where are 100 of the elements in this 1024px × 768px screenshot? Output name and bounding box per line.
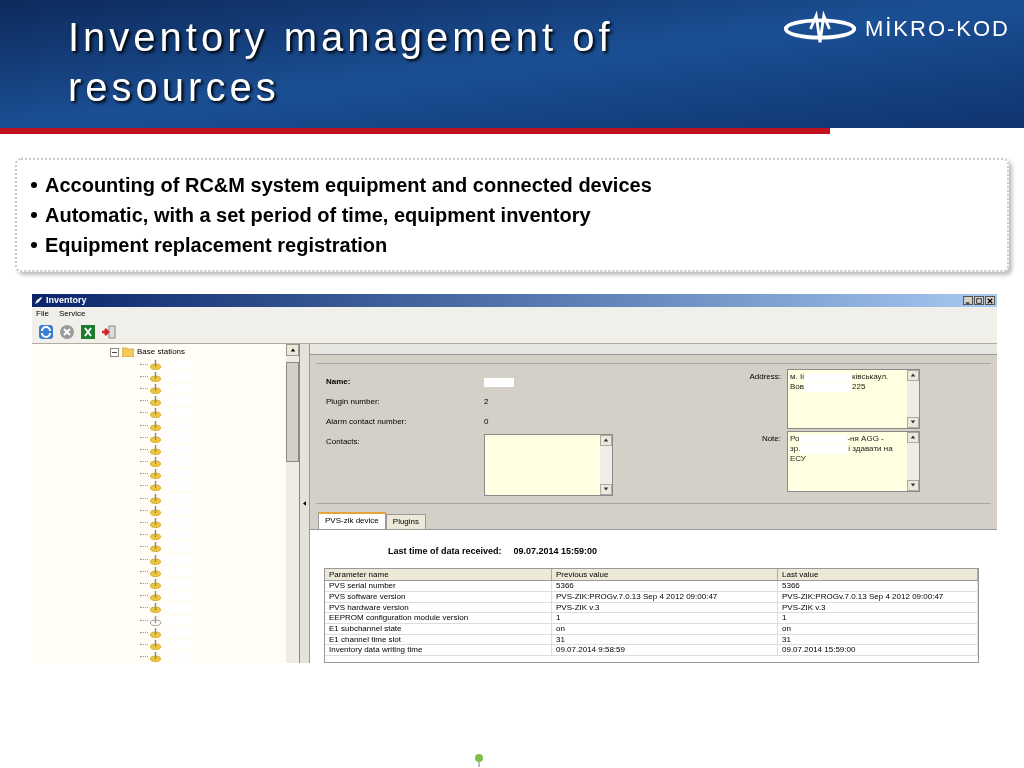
refresh-icon[interactable] [38, 324, 54, 340]
antenna-icon [150, 651, 161, 663]
antenna-icon [150, 529, 161, 541]
antenna-icon [150, 492, 161, 504]
field-text: зр. [790, 444, 801, 455]
table-cell: 09.07.2014 15:59:00 [778, 645, 978, 655]
table-cell: PVS-ZIK v.3 [552, 602, 778, 613]
field-label: Plugin number: [326, 396, 381, 409]
column-header[interactable]: Parameter name [325, 569, 552, 581]
antenna-icon [150, 468, 161, 480]
menu-item[interactable]: Service [58, 308, 86, 320]
address-field[interactable]: м. Іі ківськаул. Вов 225 [787, 369, 920, 430]
antenna-icon [150, 504, 161, 516]
slide-title: Inventory management of resources [68, 14, 615, 111]
field-text: ківськаул. [851, 372, 889, 383]
arrow-icon [303, 501, 306, 506]
redaction-mark [484, 377, 514, 387]
antenna-icon [150, 358, 161, 370]
close-icon [987, 297, 993, 304]
table-cell: 1 [552, 613, 778, 623]
field-text: м. Іі [790, 372, 804, 383]
scrollbar[interactable] [907, 370, 919, 429]
table-cell: 1 [778, 613, 978, 623]
table-cell: 09.07.2014 9:58:59 [552, 645, 778, 655]
window-title: Inventory [46, 294, 87, 307]
table-cell: 31 [552, 634, 778, 645]
contacts-field[interactable] [484, 434, 613, 497]
pen-icon [34, 296, 43, 305]
antenna-icon [150, 382, 161, 394]
antenna-icon [150, 553, 161, 565]
antenna-icon [150, 614, 161, 626]
field-label: Contacts: [326, 436, 361, 449]
antenna-icon [150, 517, 161, 529]
antenna-icon [150, 419, 161, 431]
antenna-icon [150, 480, 161, 492]
tab[interactable]: PVS-zik device [318, 512, 386, 530]
table-cell: EEPROM configuration module version [325, 613, 552, 623]
note-field[interactable]: Ро -ня AGG - зр. і здавати на ЕСУ [787, 431, 920, 493]
scrollbar[interactable] [907, 432, 919, 492]
field-value: 2 [484, 396, 489, 409]
scroll-down-icon[interactable] [907, 417, 919, 429]
antenna-icon [150, 541, 161, 553]
field-text: і здавати на [848, 444, 893, 455]
field-label: Alarm contact number: [326, 416, 408, 429]
column-header[interactable]: Last value [778, 569, 978, 581]
minimize-button[interactable] [963, 296, 973, 305]
table-cell: 31 [778, 634, 978, 645]
table-cell: on [552, 623, 778, 634]
antenna-icon [150, 590, 161, 602]
table-cell: E1 subchannel state [325, 623, 552, 634]
scroll-up-icon[interactable] [907, 432, 919, 444]
cancel-icon[interactable] [59, 324, 75, 340]
field-text: Вов [790, 382, 805, 393]
scrollbar[interactable] [286, 344, 299, 663]
scroll-up-icon[interactable] [286, 344, 299, 356]
table-cell: PVS software version [325, 591, 552, 602]
antenna-icon [150, 456, 161, 468]
bullet-text: Automatic, with a set period of time, equipment inventory [45, 203, 591, 228]
menu-item[interactable]: File [36, 308, 49, 320]
scroll-thumb[interactable] [286, 362, 299, 462]
table-cell: E1 channel time slot [325, 634, 552, 645]
field-text: ЕСУ [790, 454, 806, 465]
redaction-mark [799, 434, 848, 444]
table-cell: on [778, 623, 978, 634]
scrollbar[interactable] [600, 435, 612, 496]
scroll-up-icon[interactable] [600, 435, 612, 447]
field-text: -ня AGG - [847, 434, 884, 445]
bullet-text: Equipment replacement registration [45, 233, 388, 258]
table-cell: PVS serial number [325, 581, 552, 591]
antenna-icon [150, 626, 161, 638]
redaction-mark [800, 444, 849, 454]
tree-node-label[interactable]: Base stations [137, 346, 186, 358]
table-cell: 5366 [552, 581, 778, 591]
scroll-down-icon[interactable] [907, 480, 919, 492]
column-header[interactable]: Previous value [552, 569, 778, 581]
field-text: Ро [790, 434, 800, 445]
antenna-icon [150, 395, 161, 407]
spreadsheet-icon[interactable] [80, 324, 96, 340]
last-received-value: 09.07.2014 15:59:00 [513, 545, 598, 559]
exit-icon[interactable] [101, 324, 117, 340]
bullet-text: Accounting of RC&M system equipment and connected devices [45, 173, 652, 198]
field-label: Note: [760, 433, 781, 446]
bullet-icon [31, 212, 37, 218]
antenna-icon [150, 565, 161, 577]
scroll-down-icon[interactable] [600, 484, 612, 496]
folder-icon [122, 347, 134, 357]
maximize-icon [976, 297, 982, 304]
antenna-icon [150, 431, 161, 443]
antenna-icon [150, 370, 161, 382]
table-cell: PVS hardware version [325, 602, 552, 613]
last-received-label: Last time of data received: [388, 545, 502, 559]
table-cell: 5366 [778, 581, 978, 591]
field-text: 225 [852, 382, 866, 393]
tab[interactable]: Plugins [385, 514, 427, 530]
close-button[interactable] [985, 296, 995, 305]
redaction-mark [804, 382, 853, 392]
table-cell: PVS-ZIK v.3 [778, 602, 978, 613]
scroll-up-icon[interactable] [907, 370, 919, 382]
maximize-button[interactable] [974, 296, 984, 305]
field-value: 0 [484, 416, 489, 429]
